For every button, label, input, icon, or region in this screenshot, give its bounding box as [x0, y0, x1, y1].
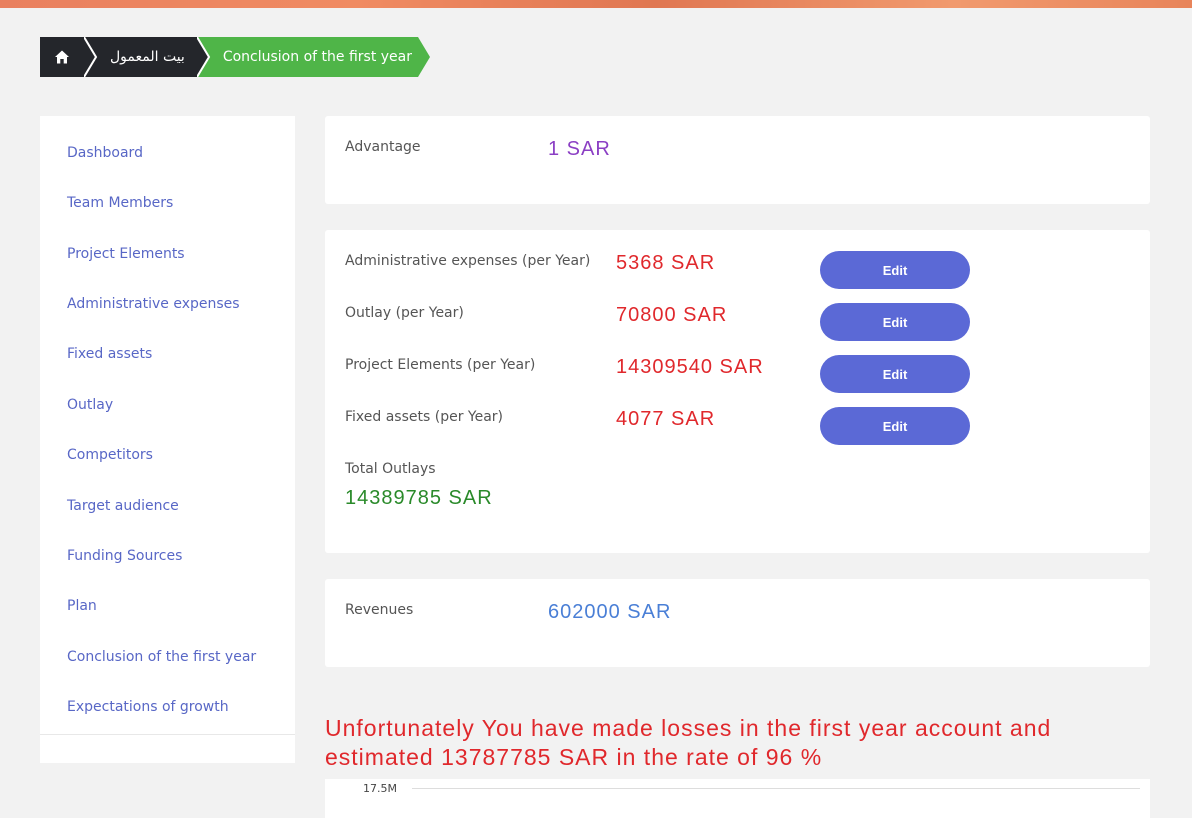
sidebar-item-team-members[interactable]: Team Members: [67, 195, 173, 211]
sidebar-divider: [40, 734, 295, 735]
edit-project-elements-button[interactable]: Edit: [820, 355, 970, 393]
advantage-label: Advantage: [345, 139, 421, 155]
advantage-value: 1 SAR: [548, 138, 611, 160]
outlay-label: Outlay (per Year): [345, 305, 464, 321]
admin-expenses-label: Administrative expenses (per Year): [345, 253, 591, 269]
sidebar-item-competitors[interactable]: Competitors: [67, 447, 153, 463]
breadcrumb-separator: [196, 37, 211, 77]
admin-expenses-value: 5368 SAR: [616, 252, 716, 274]
sidebar-item-funding-sources[interactable]: Funding Sources: [67, 548, 182, 564]
breadcrumb-current: Conclusion of the first year: [210, 37, 418, 77]
revenues-value: 602000 SAR: [548, 601, 672, 623]
sidebar-item-administrative-expenses[interactable]: Administrative expenses: [67, 296, 240, 312]
breadcrumb-separator: [84, 37, 98, 77]
chart-panel: 17.5M: [325, 779, 1150, 818]
sidebar: Dashboard Team Members Project Elements …: [40, 116, 295, 763]
loss-message: Unfortunately You have made losses in th…: [325, 715, 1052, 770]
edit-outlay-button[interactable]: Edit: [820, 303, 970, 341]
total-outlays-label: Total Outlays: [345, 461, 436, 477]
breadcrumb: بيت المعمول Conclusion of the first year: [40, 37, 430, 77]
expenses-card: Administrative expenses (per Year) 5368 …: [325, 230, 1150, 553]
fixed-assets-value: 4077 SAR: [616, 408, 716, 430]
outlay-value: 70800 SAR: [616, 304, 728, 326]
sidebar-item-target-audience[interactable]: Target audience: [67, 498, 179, 514]
breadcrumb-arrow: [418, 37, 430, 77]
fixed-assets-label: Fixed assets (per Year): [345, 409, 504, 425]
project-elements-value: 14309540 SAR: [616, 356, 764, 378]
breadcrumb-parent[interactable]: بيت المعمول: [98, 37, 197, 77]
edit-admin-expenses-button[interactable]: Edit: [820, 251, 970, 289]
sidebar-item-project-elements[interactable]: Project Elements: [67, 246, 185, 262]
total-outlays-value: 14389785 SAR: [345, 487, 493, 509]
breadcrumb-home[interactable]: [40, 37, 84, 77]
home-icon: [55, 50, 69, 64]
chart-gridline: [412, 788, 1140, 789]
sidebar-item-outlay[interactable]: Outlay: [67, 397, 113, 413]
sidebar-item-conclusion[interactable]: Conclusion of the first year: [67, 649, 256, 665]
advantage-card: Advantage 1 SAR: [325, 116, 1150, 204]
sidebar-item-plan[interactable]: Plan: [67, 598, 97, 614]
sidebar-item-expectations-of-growth[interactable]: Expectations of growth: [67, 699, 229, 715]
chart-y-tick-label: 17.5M: [363, 782, 397, 795]
edit-fixed-assets-button[interactable]: Edit: [820, 407, 970, 445]
revenues-card: Revenues 602000 SAR: [325, 579, 1150, 667]
project-elements-label: Project Elements (per Year): [345, 357, 536, 373]
sidebar-item-dashboard[interactable]: Dashboard: [67, 145, 143, 161]
top-banner: [0, 0, 1192, 8]
sidebar-item-fixed-assets[interactable]: Fixed assets: [67, 346, 152, 362]
revenues-label: Revenues: [345, 602, 414, 618]
